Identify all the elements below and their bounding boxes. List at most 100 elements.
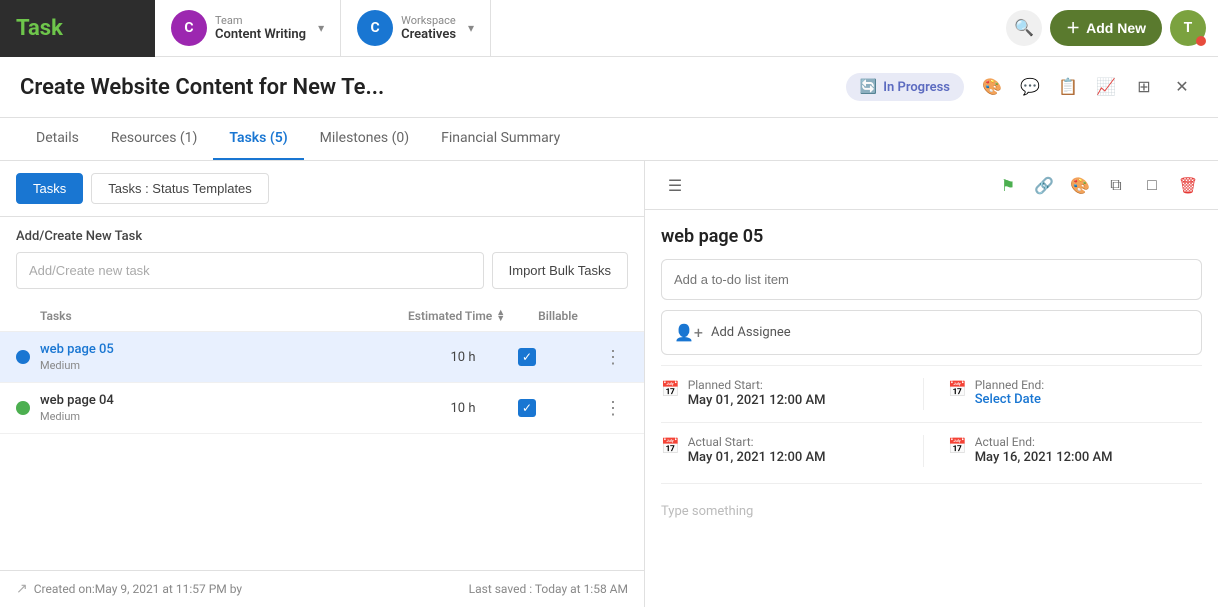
task-create-row: Import Bulk Tasks [16,252,628,289]
tab-resources[interactable]: Resources (1) [95,118,214,160]
table-row[interactable]: web page 05 Medium 10 h ✓ ⋮ [0,332,644,383]
delete-icon[interactable]: 🗑 [1174,171,1202,199]
footer-created: Created on:May 9, 2021 at 11:57 PM by [34,582,242,596]
task-status-dot [16,350,30,364]
add-new-button[interactable]: ＋ Add New [1050,10,1162,46]
planned-dates-row: 📅 Planned Start: May 01, 2021 12:00 AM 📅… [661,378,1202,410]
task-billable: ✓ [518,399,598,417]
calendar-icon: 📅 [948,437,967,455]
task-estimated-time: 10 h [408,350,518,365]
close-button[interactable]: ✕ [1166,71,1198,103]
comment-icon-button[interactable]: 💬 [1014,71,1046,103]
team-info: Team Content Writing [215,14,306,42]
billable-checkbox[interactable]: ✓ [518,399,536,417]
workspace-tab[interactable]: C Workspace Creatives ▾ [341,0,491,57]
right-body: web page 05 👤+ Add Assignee 📅 Planned St… [645,210,1218,607]
date-divider [923,378,924,410]
dates-section: 📅 Planned Start: May 01, 2021 12:00 AM 📅… [661,365,1202,483]
import-bulk-tasks-button[interactable]: Import Bulk Tasks [492,252,628,289]
planned-end-field: 📅 Planned End: Select Date [932,378,1202,407]
tabs-bar: Details Resources (1) Tasks (5) Mileston… [0,118,1218,161]
activity-icon: ↗ [16,581,28,597]
table-row[interactable]: web page 04 Medium 10 h ✓ ⋮ [0,383,644,434]
duplicate-icon[interactable]: ⧉ [1102,171,1130,199]
palette-right-icon[interactable]: 🎨 [1066,171,1094,199]
task-table-header: Tasks Estimated Time ▲▼ Billable [0,301,644,332]
calendar-icon: 📅 [661,380,680,398]
calendar-icon: 📅 [661,437,680,455]
actual-dates-row: 📅 Actual Start: May 01, 2021 12:00 AM 📅 … [661,422,1202,467]
date-divider [923,435,924,467]
list-icon[interactable]: ☰ [661,171,689,199]
footer-left: ↗ Created on:May 9, 2021 at 11:57 PM by [16,581,242,597]
comments-area: Type something [661,483,1202,527]
task-create-section: Add/Create New Task Import Bulk Tasks [0,217,644,301]
more-dots-icon[interactable]: ⋮ [604,398,622,419]
flag-icon[interactable]: ⚑ [994,171,1022,199]
task-priority: Medium [40,410,408,423]
plus-icon: ＋ [1066,18,1080,38]
tab-financial-summary[interactable]: Financial Summary [425,118,576,160]
logo-area: Task [0,0,155,57]
task-billable: ✓ [518,348,598,366]
page-header: Create Website Content for New Te... 🔄 I… [0,57,1218,118]
assignee-icon: 👤+ [674,323,703,342]
task-create-label: Add/Create New Task [16,229,628,244]
more-dots-icon[interactable]: ⋮ [604,347,622,368]
team-chevron-icon: ▾ [318,21,324,35]
tab-milestones[interactable]: Milestones (0) [304,118,426,160]
todo-input[interactable] [661,259,1202,300]
layout-icon-button[interactable]: ⊞ [1128,71,1160,103]
footer: ↗ Created on:May 9, 2021 at 11:57 PM by … [0,570,644,607]
task-more[interactable]: ⋮ [598,398,628,419]
sub-tab-status-templates[interactable]: Tasks : Status Templates [91,173,269,204]
comments-placeholder: Type something [661,496,1202,527]
actual-start-field: 📅 Actual Start: May 01, 2021 12:00 AM [661,435,915,467]
task-status-dot [16,401,30,415]
nav-right: 🔍 ＋ Add New T [1006,10,1218,46]
tab-tasks[interactable]: Tasks (5) [213,118,303,160]
status-badge[interactable]: 🔄 In Progress [846,73,964,101]
left-panel: Tasks Tasks : Status Templates Add/Creat… [0,161,645,607]
main-content: Create Website Content for New Te... 🔄 I… [0,57,1218,607]
sub-tab-tasks[interactable]: Tasks [16,173,83,204]
task-table: Tasks Estimated Time ▲▼ Billable web [0,301,644,570]
task-name: web page 04 [40,393,408,408]
workspace-info: Workspace Creatives [401,14,456,42]
link-icon[interactable]: 🔗 [1030,171,1058,199]
workspace-avatar: C [357,10,393,46]
top-navigation: Task C Team Content Writing ▾ C Workspac… [0,0,1218,57]
body-split: Tasks Tasks : Status Templates Add/Creat… [0,161,1218,607]
task-more[interactable]: ⋮ [598,347,628,368]
billable-checkbox[interactable]: ✓ [518,348,536,366]
palette-icon-button[interactable]: 🎨 [976,71,1008,103]
planned-end-select[interactable]: Select Date [975,392,1045,407]
copy-icon-button[interactable]: 📋 [1052,71,1084,103]
workspace-chevron-icon: ▾ [468,21,474,35]
right-toolbar: ☰ ⚑ 🔗 🎨 ⧉ □ 🗑 [645,161,1218,210]
page-title: Create Website Content for New Te... [20,75,834,100]
archive-icon[interactable]: □ [1138,171,1166,199]
activity-icon-button[interactable]: 📈 [1090,71,1122,103]
task-info: web page 05 Medium [40,342,408,372]
team-workspace-tab[interactable]: C Team Content Writing ▾ [155,0,341,57]
calendar-icon: 📅 [948,380,967,398]
actual-end-field: 📅 Actual End: May 16, 2021 12:00 AM [932,435,1202,467]
task-priority: Medium [40,359,408,372]
team-avatar: C [171,10,207,46]
task-detail-title: web page 05 [661,226,1202,247]
sort-arrows: ▲▼ [496,310,505,323]
right-panel: ☰ ⚑ 🔗 🎨 ⧉ □ 🗑 web page 05 👤+ Add Assigne… [645,161,1218,607]
search-button[interactable]: 🔍 [1006,10,1042,46]
footer-last-saved: Last saved : Today at 1:58 AM [469,582,628,596]
task-name: web page 05 [40,342,408,357]
header-icons: 🎨 💬 📋 📈 ⊞ ✕ [976,71,1198,103]
planned-start-field: 📅 Planned Start: May 01, 2021 12:00 AM [661,378,915,410]
app-logo: Task [16,16,63,41]
task-info: web page 04 Medium [40,393,408,423]
sub-tabs: Tasks Tasks : Status Templates [0,161,644,217]
task-create-input[interactable] [16,252,484,289]
user-avatar[interactable]: T [1170,10,1206,46]
tab-details[interactable]: Details [20,118,95,160]
add-assignee-row[interactable]: 👤+ Add Assignee [661,310,1202,355]
